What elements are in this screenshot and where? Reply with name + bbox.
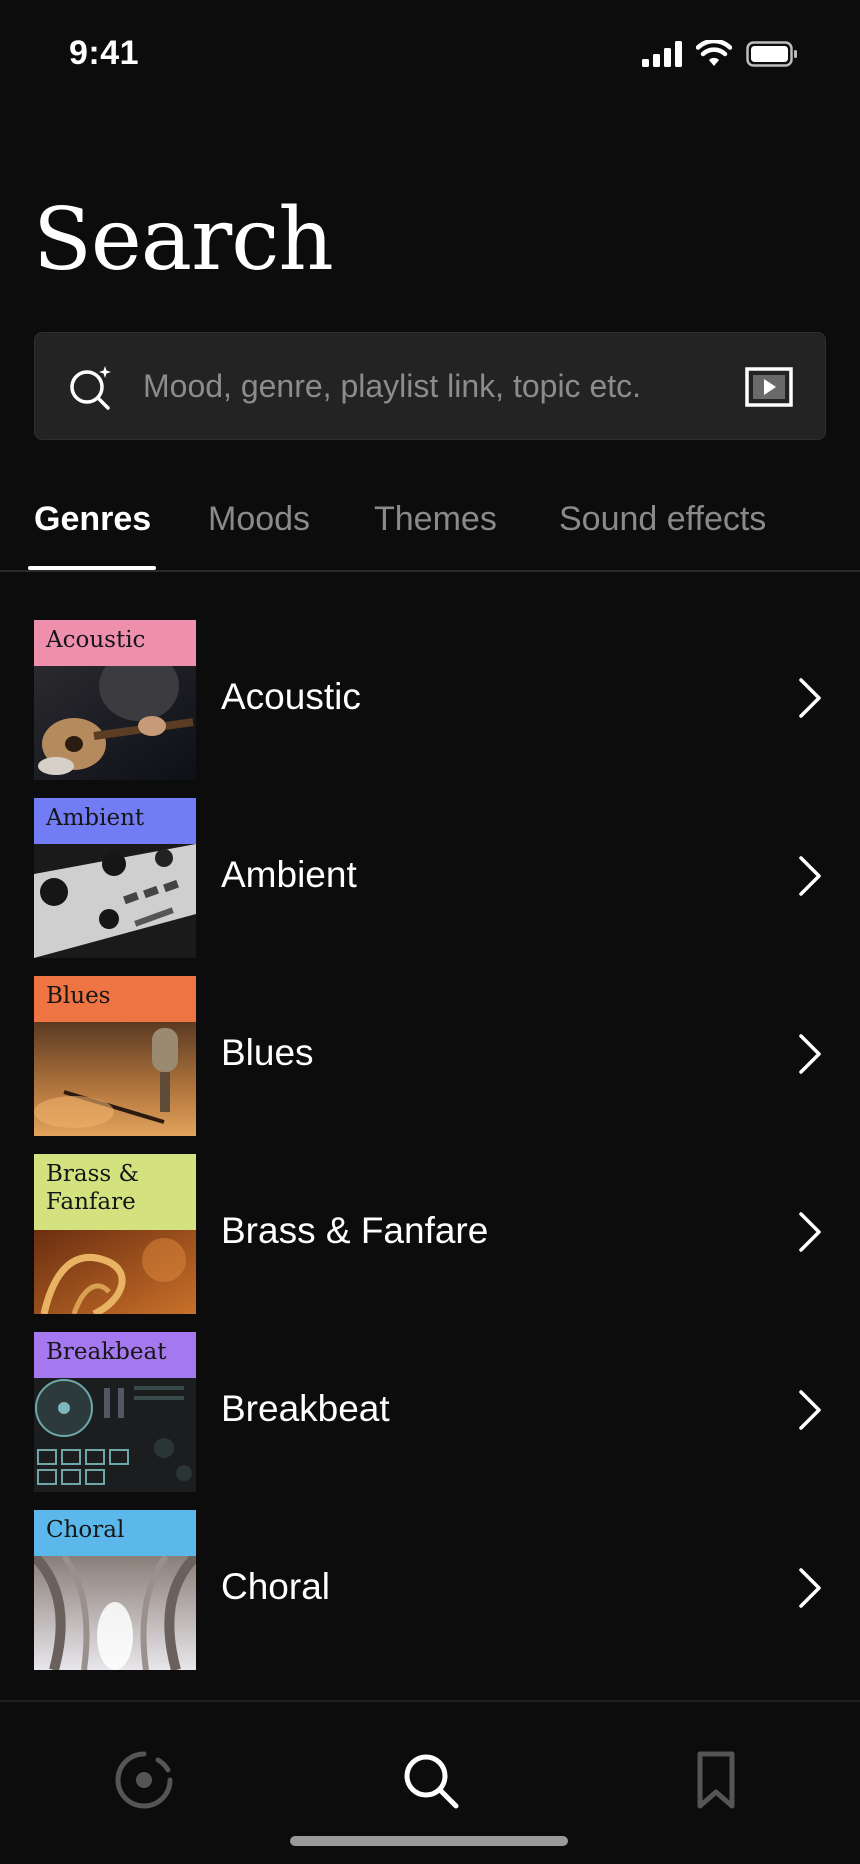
genre-thumbnail: Blues <box>34 976 196 1136</box>
genre-row-acoustic[interactable]: Acoustic Acoustic <box>0 620 860 780</box>
wifi-icon <box>696 40 732 66</box>
genre-thumbnail: Choral <box>34 1510 196 1670</box>
cathedral-photo <box>34 1556 196 1670</box>
genre-row-breakbeat[interactable]: Breakbeat Breakbeat <box>0 1332 860 1492</box>
search-icon[interactable] <box>398 1748 462 1812</box>
tab-themes[interactable]: Themes <box>374 500 497 572</box>
tab-moods[interactable]: Moods <box>208 500 310 572</box>
cellular-signal-icon <box>642 41 682 67</box>
genre-name: Acoustic <box>221 676 361 717</box>
chevron-right-icon <box>799 1568 821 1608</box>
genre-name: Breakbeat <box>221 1388 390 1429</box>
synth-knobs-photo <box>34 844 196 958</box>
genre-row-choral[interactable]: Choral Choral <box>0 1510 860 1670</box>
status-bar: 9:41 <box>0 0 860 110</box>
dj-controller-photo <box>34 1378 196 1492</box>
genre-row-brass-fanfare[interactable]: Brass & Fanfare Brass & Fanfare <box>0 1154 860 1314</box>
thumbnail-label: Acoustic <box>46 627 146 653</box>
home-indicator <box>290 1836 568 1846</box>
tab-sound-effects[interactable]: Sound effects <box>559 500 766 572</box>
radio-icon[interactable] <box>112 1748 176 1812</box>
genre-thumbnail: Brass & Fanfare <box>34 1154 196 1314</box>
trumpet-photo <box>34 1230 196 1314</box>
ai-search-icon <box>70 366 111 410</box>
video-frame-icon[interactable] <box>745 367 793 407</box>
chevron-right-icon <box>799 1212 821 1252</box>
genre-thumbnail: Breakbeat <box>34 1332 196 1492</box>
bookmark-icon[interactable] <box>684 1748 748 1812</box>
genre-row-blues[interactable]: Blues Blues <box>0 976 860 1136</box>
status-time: 9:41 <box>69 34 140 72</box>
thumbnail-label: Brass & Fanfare <box>46 1161 139 1215</box>
genre-thumbnail: Ambient <box>34 798 196 958</box>
search-input[interactable] <box>143 333 743 439</box>
chevron-right-icon <box>799 678 821 718</box>
microphone-photo <box>34 1022 196 1136</box>
acoustic-guitar-photo <box>34 666 196 780</box>
genre-name: Blues <box>221 1032 314 1073</box>
status-icons <box>642 40 798 68</box>
thumbnail-label: Ambient <box>46 805 145 831</box>
chevron-right-icon <box>799 1390 821 1430</box>
genre-name: Brass & Fanfare <box>221 1210 489 1251</box>
search-bar[interactable] <box>34 332 826 440</box>
genre-row-ambient[interactable]: Ambient Ambient <box>0 798 860 958</box>
chevron-right-icon <box>799 1034 821 1074</box>
battery-icon <box>746 41 797 67</box>
thumbnail-label: Breakbeat <box>46 1339 167 1365</box>
thumbnail-label: Choral <box>46 1517 125 1543</box>
tab-genres[interactable]: Genres <box>34 500 151 572</box>
thumbnail-label: Blues <box>46 983 111 1009</box>
genre-thumbnail: Acoustic <box>34 620 196 780</box>
search-screen: 9:41 Search Mood, genre, playlist link, … <box>0 0 860 1864</box>
page-title: Search <box>33 190 334 290</box>
active-tab-indicator <box>28 566 156 570</box>
genre-name: Choral <box>221 1566 330 1607</box>
category-tabs: Genres Moods Themes Sound effects <box>0 500 860 572</box>
chevron-right-icon <box>799 856 821 896</box>
genre-name: Ambient <box>221 854 357 895</box>
